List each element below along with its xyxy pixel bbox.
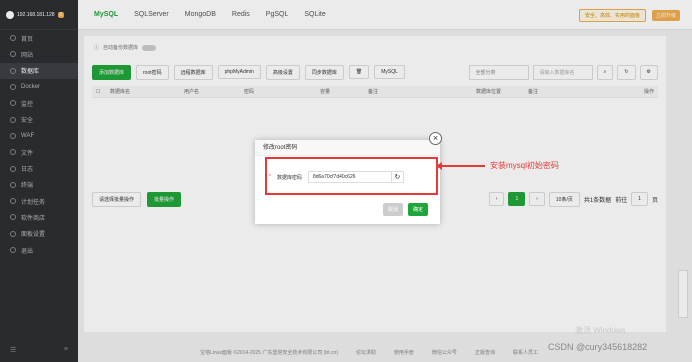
annotation-text: 安装mysql初始密码 (490, 161, 559, 170)
windows-watermark: 激活 Windows (575, 326, 626, 335)
dialog-buttons: 取消 确定 (382, 203, 428, 216)
csdn-watermark: CSDN @cury345618282 (548, 342, 648, 352)
close-icon[interactable]: × (429, 132, 442, 145)
annotation-arrow (436, 162, 485, 170)
cancel-button[interactable]: 取消 (382, 203, 403, 216)
highlight-box (265, 157, 438, 195)
confirm-button[interactable]: 确定 (407, 203, 428, 216)
dialog-title: 修改root密码 (255, 140, 440, 156)
